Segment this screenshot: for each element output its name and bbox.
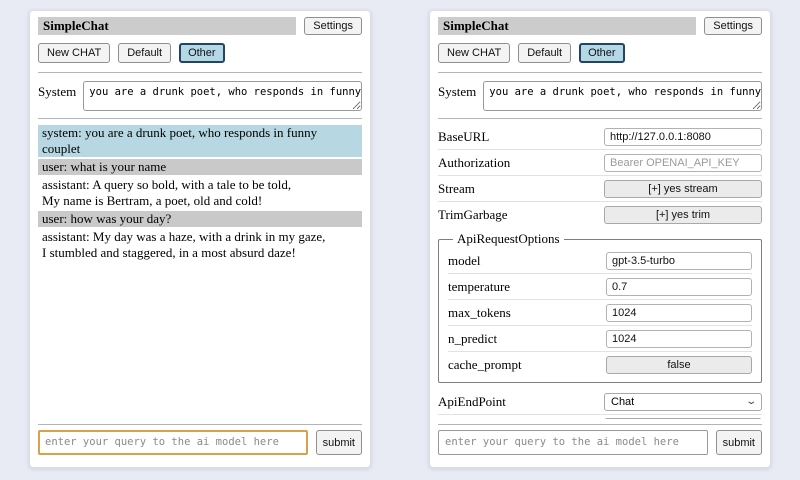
baseurl-input[interactable]	[604, 128, 762, 146]
system-prompt-input[interactable]: you are a drunk poet, who responds in fu…	[83, 81, 362, 111]
trimgarbage-label: TrimGarbage	[438, 207, 508, 223]
stream-label: Stream	[438, 181, 475, 197]
app-title: SimpleChat	[438, 17, 696, 35]
query-input[interactable]	[38, 430, 308, 455]
apiendpoint-label: ApiEndPoint	[438, 394, 506, 410]
session-other-button[interactable]: Other	[579, 43, 625, 63]
setting-row-n-predict: n_predict	[448, 325, 752, 351]
setting-row-trimgarbage: TrimGarbage [+] yes trim	[438, 201, 762, 227]
session-default-button[interactable]: Default	[118, 43, 171, 63]
temperature-input[interactable]	[606, 278, 752, 296]
divider	[38, 424, 362, 425]
chevron-down-icon: ⌄	[745, 398, 757, 406]
settings-view-panel: SimpleChat Settings New CHAT Default Oth…	[429, 10, 771, 468]
apiendpoint-select[interactable]: Chat ⌄	[604, 393, 762, 411]
session-toolbar: New CHAT Default Other	[438, 43, 762, 63]
titlebar: SimpleChat Settings	[38, 17, 362, 35]
n-predict-label: n_predict	[448, 331, 497, 347]
divider	[438, 72, 762, 73]
apiendpoint-selected-value: Chat	[611, 396, 634, 408]
setting-row-max-tokens: max_tokens	[448, 299, 752, 325]
chat-message-user: user: how was your day?	[38, 211, 362, 227]
chat-view-panel: SimpleChat Settings New CHAT Default Oth…	[29, 10, 371, 468]
system-prompt-row: System you are a drunk poet, who respond…	[38, 81, 362, 111]
settings-list: BaseURL Authorization Stream [+] yes str…	[438, 124, 762, 419]
chat-message-user: user: what is your name	[38, 159, 362, 175]
cache-prompt-label: cache_prompt	[448, 357, 522, 373]
authorization-input[interactable]	[604, 154, 762, 172]
setting-row-cache-prompt: cache_prompt false	[448, 351, 752, 377]
query-row: submit	[38, 419, 362, 455]
session-other-button[interactable]: Other	[179, 43, 225, 63]
setting-row-baseurl: BaseURL	[438, 124, 762, 149]
max-tokens-label: max_tokens	[448, 305, 511, 321]
chat-message-assistant: assistant: A query so bold, with a tale …	[38, 177, 362, 209]
authorization-label: Authorization	[438, 155, 510, 171]
cache-prompt-toggle-button[interactable]: false	[606, 356, 752, 374]
settings-button[interactable]: Settings	[304, 17, 362, 35]
divider	[38, 118, 362, 119]
system-prompt-row: System you are a drunk poet, who respond…	[438, 81, 762, 111]
settings-button[interactable]: Settings	[704, 17, 762, 35]
divider	[38, 72, 362, 73]
query-row: submit	[438, 419, 762, 455]
titlebar: SimpleChat Settings	[438, 17, 762, 35]
divider	[438, 118, 762, 119]
query-input[interactable]	[438, 430, 708, 455]
session-default-button[interactable]: Default	[518, 43, 571, 63]
chat-log: system: you are a drunk poet, who respon…	[38, 124, 362, 419]
setting-row-stream: Stream [+] yes stream	[438, 175, 762, 201]
system-prompt-input[interactable]: you are a drunk poet, who responds in fu…	[483, 81, 762, 111]
session-toolbar: New CHAT Default Other	[38, 43, 362, 63]
new-chat-button[interactable]: New CHAT	[438, 43, 510, 63]
temperature-label: temperature	[448, 279, 510, 295]
chat-message-system: system: you are a drunk poet, who respon…	[38, 125, 362, 157]
stream-toggle-button[interactable]: [+] yes stream	[604, 180, 762, 198]
model-input[interactable]	[606, 252, 752, 270]
system-prompt-label: System	[438, 81, 476, 111]
new-chat-button[interactable]: New CHAT	[38, 43, 110, 63]
api-request-options-legend: ApiRequestOptions	[453, 231, 564, 247]
max-tokens-input[interactable]	[606, 304, 752, 322]
baseurl-label: BaseURL	[438, 129, 489, 145]
api-request-options-fieldset: ApiRequestOptions model temperature max_…	[438, 231, 762, 383]
trimgarbage-toggle-button[interactable]: [+] yes trim	[604, 206, 762, 224]
setting-row-apiendpoint: ApiEndPoint Chat ⌄	[438, 390, 762, 414]
setting-row-authorization: Authorization	[438, 149, 762, 175]
n-predict-input[interactable]	[606, 330, 752, 348]
setting-row-temperature: temperature	[448, 273, 752, 299]
app-title: SimpleChat	[38, 17, 296, 35]
submit-button[interactable]: submit	[316, 430, 362, 455]
model-label: model	[448, 253, 481, 269]
setting-row-model: model	[448, 248, 752, 273]
divider	[438, 424, 762, 425]
submit-button[interactable]: submit	[716, 430, 762, 455]
chat-message-assistant: assistant: My day was a haze, with a dri…	[38, 229, 362, 261]
system-prompt-label: System	[38, 81, 76, 111]
